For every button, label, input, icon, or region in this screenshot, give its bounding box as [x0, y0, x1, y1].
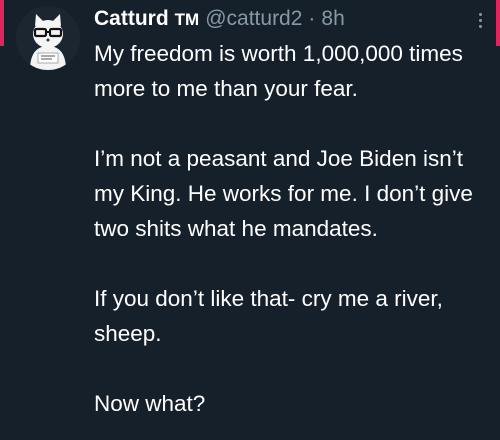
more-dot: [478, 24, 482, 28]
tweet-text: My freedom is worth 1,000,000 times more…: [94, 36, 474, 421]
more-options-icon[interactable]: [470, 8, 490, 32]
tweet-header: Catturd TM @catturd2 · 8h: [94, 4, 460, 34]
right-accent-bar: [496, 0, 500, 46]
tweet-paragraph-2: I’m not a peasant and Joe Biden isn’t my…: [94, 146, 473, 241]
tweet-card: Catturd TM @catturd2 · 8h My freedom is …: [0, 0, 500, 440]
avatar[interactable]: [16, 6, 80, 70]
more-dot: [478, 18, 482, 22]
separator-dot: ·: [308, 7, 316, 30]
display-name[interactable]: Catturd: [94, 4, 169, 34]
more-dot: [478, 12, 482, 16]
user-handle[interactable]: @catturd2: [205, 4, 302, 34]
left-accent-bar: [0, 0, 4, 46]
trademark-badge: TM: [174, 10, 200, 29]
tweet-paragraph-3: If you don’t like that- cry me a river, …: [94, 286, 443, 346]
timestamp[interactable]: 8h: [321, 4, 344, 34]
cat-avatar-icon: [16, 6, 80, 70]
tweet-paragraph-1: My freedom is worth 1,000,000 times more…: [94, 41, 463, 101]
tweet-paragraph-4: Now what?: [94, 391, 206, 416]
